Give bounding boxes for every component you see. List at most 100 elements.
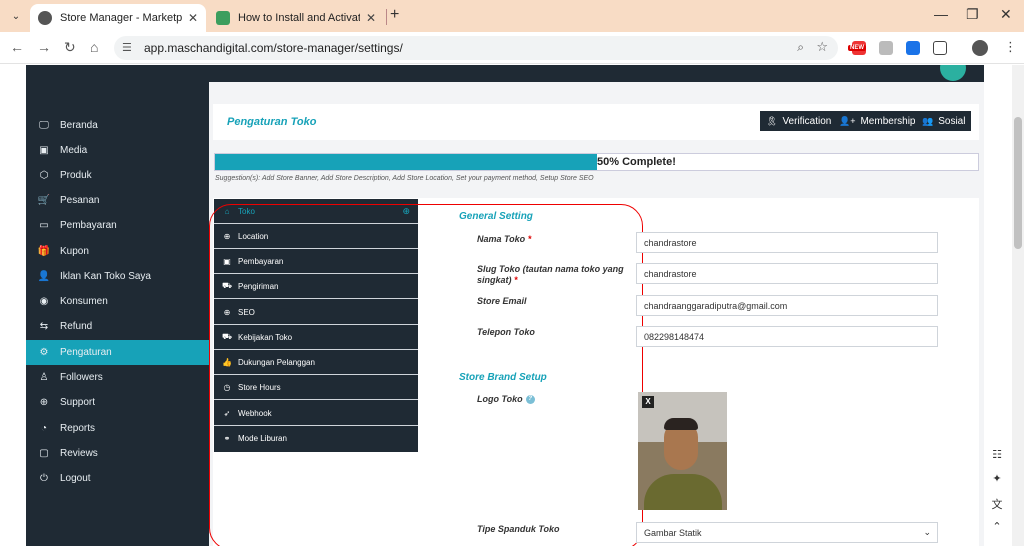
- tab-favicon-icon: [216, 11, 230, 25]
- progress-suggestion: Suggestion(s): Add Store Banner, Add Sto…: [215, 175, 594, 182]
- home-icon[interactable]: ⌂: [90, 39, 98, 55]
- reading-mode-icon[interactable]: ☷: [986, 448, 1008, 472]
- browser-tab-strip: ⌄ Store Manager - Marketplace M ✕ How to…: [0, 0, 1024, 32]
- scroll-up-icon[interactable]: ⌃: [986, 520, 1008, 544]
- user-avatar[interactable]: [940, 65, 966, 81]
- slug-toko-input[interactable]: chandrastore: [636, 263, 938, 284]
- sidebar-item-label: Media: [60, 145, 88, 156]
- field-label-telepon-toko: Telepon Toko: [477, 327, 535, 337]
- field-label-nama-toko: Nama Toko *: [477, 234, 532, 244]
- tab-separator: [386, 9, 387, 25]
- sidebar-item-logout[interactable]: ⏻ Logout: [26, 466, 209, 491]
- minimize-icon[interactable]: —: [934, 6, 948, 22]
- followers-icon: ♙: [39, 372, 49, 383]
- main-content: Pengaturan Toko 🎗 Verification 👤+ Membersh…: [209, 82, 984, 546]
- help-icon[interactable]: ?: [525, 395, 535, 405]
- select-value: Gambar Statik: [644, 527, 702, 538]
- page-header: Pengaturan Toko 🎗 Verification 👤+ Membersh…: [213, 104, 979, 140]
- sidebar-item-reports[interactable]: ◔ Reports: [26, 416, 209, 441]
- new-badge: NEW: [848, 45, 866, 51]
- extensions-puzzle-icon[interactable]: [933, 41, 947, 55]
- profile-progress-bar: 50% Complete!: [214, 153, 979, 171]
- site-settings-icon[interactable]: ☰: [122, 41, 132, 54]
- sidebar-item-produk[interactable]: ⬡ Produk: [26, 163, 209, 188]
- cart-icon: 🛒: [37, 195, 51, 206]
- button-label: Membership: [860, 115, 916, 127]
- button-label: Verification: [782, 115, 832, 127]
- telepon-toko-input[interactable]: 082298148474: [636, 326, 938, 347]
- verification-button[interactable]: 🎗 Verification: [760, 111, 838, 131]
- banner-type-select[interactable]: Gambar Statik ⌄: [636, 522, 938, 543]
- progress-fill: [215, 154, 597, 170]
- sidebar-item-refund[interactable]: ⇆ Refund: [26, 314, 209, 339]
- image-icon: ▣: [39, 145, 49, 156]
- sidebar-item-kupon[interactable]: 🎁 Kupon: [26, 239, 209, 264]
- sidebar-item-label: Pembayaran: [60, 220, 117, 231]
- field-label-store-email: Store Email: [477, 296, 527, 306]
- close-window-icon[interactable]: ✕: [1000, 6, 1012, 23]
- browser-tab-active[interactable]: Store Manager - Marketplace M ✕: [30, 4, 206, 32]
- sidebar-item-support[interactable]: ⊕ Support: [26, 390, 209, 415]
- sparkle-icon[interactable]: ✦: [986, 472, 1008, 496]
- kebab-menu-icon[interactable]: ⋮: [1004, 39, 1017, 55]
- sidebar-item-pembayaran[interactable]: ▭ Pembayaran: [26, 213, 209, 238]
- bookmark-star-icon[interactable]: ☆: [816, 39, 828, 55]
- restore-icon[interactable]: ❐: [966, 6, 979, 23]
- sidebar-item-pesanan[interactable]: 🛒 Pesanan: [26, 188, 209, 213]
- sidebar-item-konsumen[interactable]: ◉ Konsumen: [26, 289, 209, 314]
- gear-icon: ⚙: [39, 347, 49, 358]
- field-label-slug-toko: Slug Toko (tautan nama toko yang singkat…: [477, 264, 624, 285]
- chevron-down-icon: ⌄: [923, 527, 931, 537]
- nama-toko-input[interactable]: chandrastore: [636, 232, 938, 253]
- store-email-input[interactable]: chandraanggaradiputra@gmail.com: [636, 295, 938, 316]
- close-icon[interactable]: ✕: [188, 11, 198, 25]
- side-tools: ☷ ✦ 文 ⌃: [986, 448, 1008, 544]
- store-brand-setup-title: Store Brand Setup: [459, 372, 547, 383]
- sosial-button[interactable]: 👥 Sosial: [916, 111, 972, 131]
- sidebar-item-beranda[interactable]: 🖵 Beranda: [26, 113, 209, 138]
- back-icon[interactable]: ←: [10, 39, 24, 55]
- field-label-tipe-spanduk: Tipe Spanduk Toko: [477, 524, 560, 534]
- translate-icon[interactable]: 文: [986, 496, 1008, 520]
- url-text[interactable]: app.maschandigital.com/store-manager/set…: [144, 41, 403, 55]
- membership-button[interactable]: 👤+ Membership: [833, 111, 922, 131]
- reload-icon[interactable]: ↻: [64, 39, 76, 56]
- page-scrollbar[interactable]: [1012, 65, 1024, 546]
- sidebar-item-followers[interactable]: ♙ Followers: [26, 365, 209, 390]
- sidebar-item-label: Reports: [60, 423, 96, 434]
- sidebar-item-label: Beranda: [60, 120, 98, 131]
- sidebar-item-label: Support: [60, 397, 96, 408]
- cube-icon: ⬡: [39, 170, 49, 181]
- top-navbar: [26, 65, 984, 82]
- browser-toolbar: ← → ↻ ⌂ ☰ app.maschandigital.com/store-m…: [0, 32, 1024, 64]
- zoom-icon[interactable]: ⌕: [797, 40, 804, 55]
- tab-title: How to Install and Activate Bett: [238, 12, 360, 24]
- remove-logo-button[interactable]: X: [642, 396, 654, 408]
- user-icon: 👤: [37, 271, 51, 282]
- progress-text: 50% Complete!: [597, 156, 676, 168]
- exchange-icon: ⇆: [39, 321, 49, 332]
- ribbon-icon: 🎗: [766, 115, 778, 126]
- profile-avatar[interactable]: [972, 40, 988, 56]
- field-label-logo-toko: Logo Toko?: [477, 394, 627, 405]
- page-title: Pengaturan Toko: [227, 116, 317, 128]
- sidebar-item-label: Konsumen: [60, 296, 108, 307]
- new-tab-icon[interactable]: +: [390, 6, 399, 24]
- pie-chart-icon: ◔: [40, 423, 48, 434]
- extension-news-icon[interactable]: [906, 41, 920, 55]
- forward-icon[interactable]: →: [37, 39, 51, 55]
- lifebuoy-icon: ⊕: [39, 397, 49, 408]
- sidebar-item-pengaturan[interactable]: ⚙ Pengaturan: [26, 340, 209, 365]
- address-bar[interactable]: ☰ app.maschandigital.com/store-manager/s…: [114, 36, 838, 60]
- store-logo-image[interactable]: X: [638, 392, 727, 510]
- user-plus-icon: 👤+: [839, 115, 856, 126]
- extension-code-icon[interactable]: [879, 41, 893, 55]
- red-highlight-annotation: [209, 204, 643, 546]
- close-icon[interactable]: ✕: [366, 11, 376, 25]
- sidebar-item-iklan[interactable]: 👤 Iklan Kan Toko Saya: [26, 264, 209, 289]
- sidebar-item-reviews[interactable]: ▢ Reviews: [26, 441, 209, 466]
- scrollbar-thumb[interactable]: [1014, 117, 1022, 249]
- sidebar-item-media[interactable]: ▣ Media: [26, 138, 209, 163]
- tab-list-icon[interactable]: ⌄: [6, 6, 26, 26]
- browser-tab-inactive[interactable]: How to Install and Activate Bett ✕: [208, 4, 384, 32]
